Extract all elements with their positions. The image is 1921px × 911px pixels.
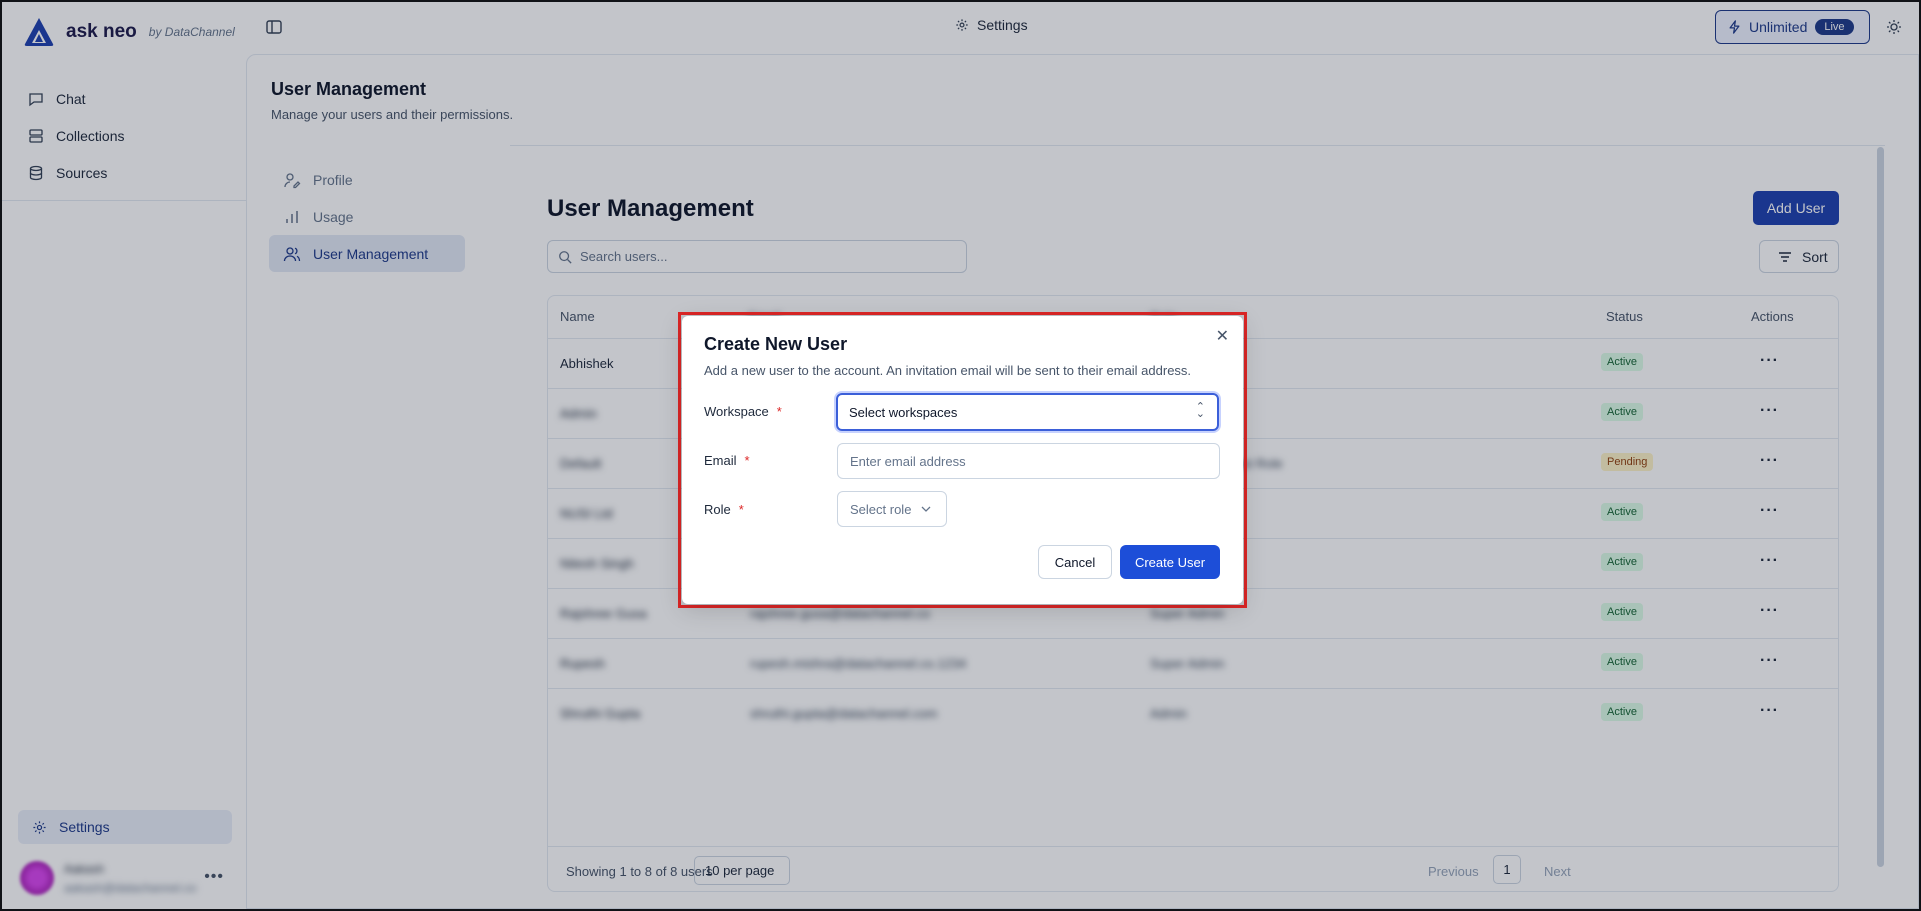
role-placeholder: Select role: [850, 501, 912, 517]
create-user-button[interactable]: Create User: [1120, 545, 1220, 579]
email-label: Email *: [704, 453, 750, 468]
email-field[interactable]: [837, 443, 1220, 479]
chevron-down-icon: [921, 506, 931, 512]
chevron-updown-icon: ⌃ ⌄: [1195, 401, 1205, 420]
create-user-dialog: ✕ Create New User Add a new user to the …: [682, 316, 1243, 604]
role-label: Role *: [704, 502, 744, 517]
dialog-description: Add a new user to the account. An invita…: [704, 363, 1192, 378]
role-select[interactable]: Select role: [837, 491, 947, 527]
workspace-label: Workspace *: [704, 404, 782, 419]
workspace-placeholder: Select workspaces: [849, 404, 958, 420]
dialog-title: Create New User: [704, 334, 848, 354]
cancel-button[interactable]: Cancel: [1038, 545, 1112, 579]
close-icon[interactable]: ✕: [1216, 326, 1229, 346]
workspace-select[interactable]: Select workspaces ⌃ ⌄: [836, 393, 1219, 431]
